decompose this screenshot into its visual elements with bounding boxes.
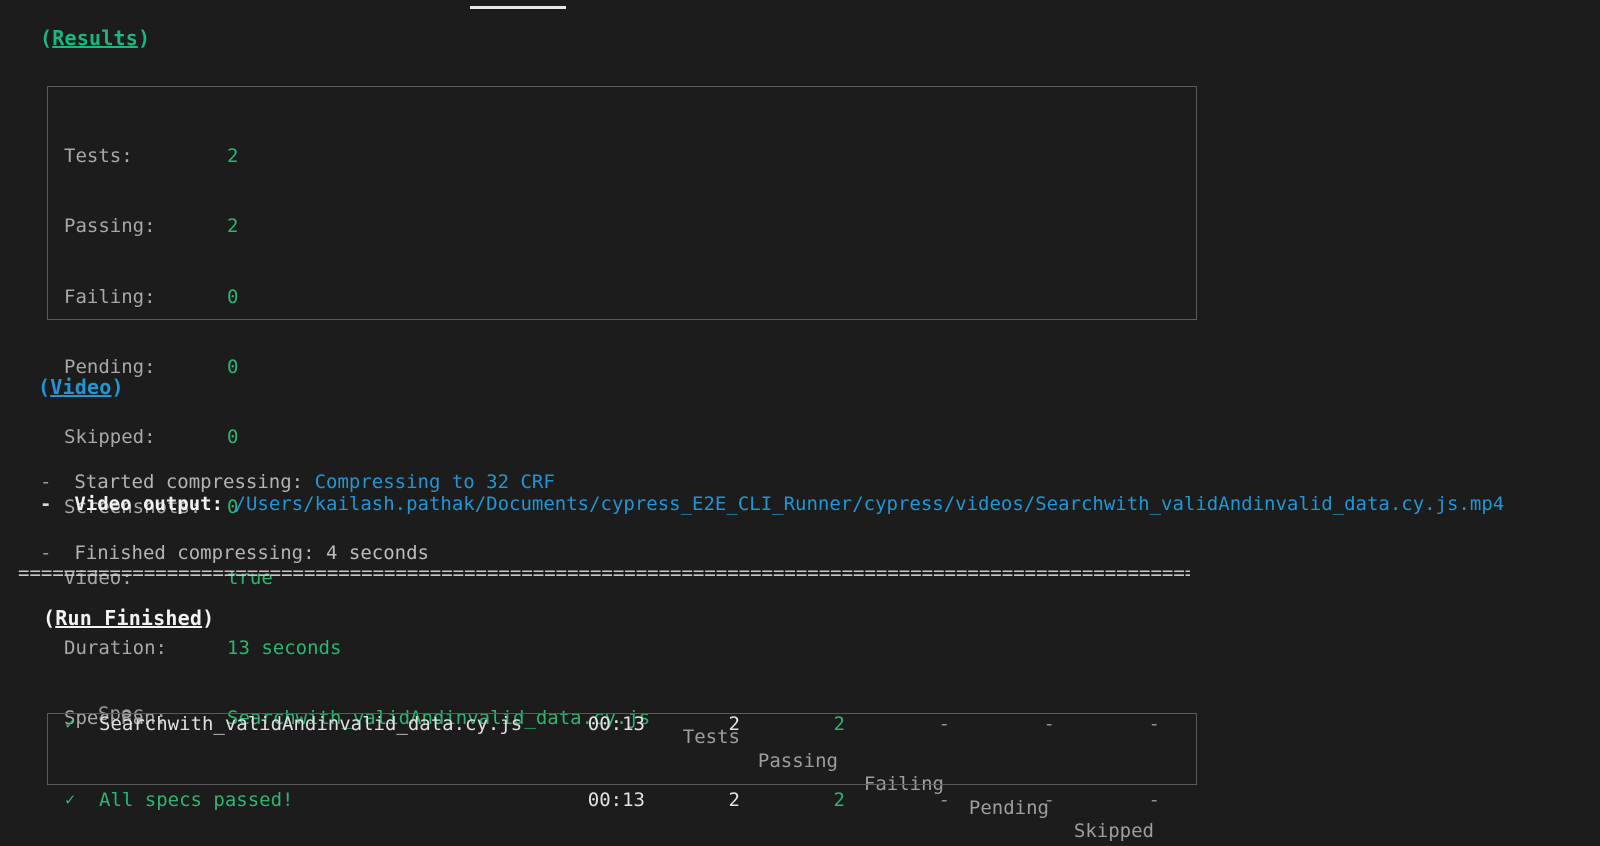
table-row[interactable]: ✓ Searchwith_validAndinvalid_data.cy.js … [0,713,1200,785]
summary-table-header: Spec Tests Passing Failing Pending Skipp… [0,679,1200,843]
run-finished-title-label: Run Finished [55,606,203,630]
results-value-passing: 2 [227,215,239,238]
cell-tests: 2 [728,713,740,735]
results-label-failing: Failing: [64,285,156,308]
video-section-title: (Video) [38,375,124,400]
results-label-passing: Passing: [64,215,156,238]
video-output-gap [51,493,74,515]
summary-cell-failing: - [938,789,950,811]
summary-cell-duration: 00:13 [587,789,645,811]
video-output-label: Video output: [74,493,235,515]
video-title-open-paren: ( [38,375,51,399]
results-row-passing: Passing: 2 [64,215,650,238]
video-line-label-started [51,471,74,493]
results-row-pending: Pending: 0 [64,356,650,379]
cell-failing: - [938,713,950,735]
video-line-value-finished: 4 seconds [326,541,429,564]
results-value-failing: 0 [227,285,239,308]
results-title-label: Results [52,26,138,50]
cell-pending: - [1043,713,1055,735]
summary-cell-pending: - [1043,789,1055,811]
results-label-duration: Duration: [64,637,167,660]
video-output-path: /Users/kailash.pathak/Documents/cypress_… [234,493,1505,515]
video-line-value-started: Compressing to 32 CRF [314,471,555,493]
run-finished-title-close-paren: ) [202,606,215,630]
results-title-close-paren: ) [137,26,151,50]
results-value-tests: 2 [227,145,239,167]
video-title-label: Video [50,375,112,399]
video-line-text-started: Started compressing: [74,471,315,493]
clipped-underline-above [470,6,566,9]
check-icon: ✓ [65,714,76,734]
video-line-text-finished: Finished compressing: [74,541,327,564]
spec-file-name[interactable]: Searchwith_validAndinvalid_data.cy.js [99,713,522,737]
table-summary-row: ✓ All specs passed! 00:13 2 2 - - - [0,789,1200,829]
check-icon-summary: ✓ [65,790,76,810]
video-output-line: - Video output: /Users/kailash.pathak/Do… [40,493,1504,517]
run-finished-title-open-paren: ( [43,606,56,630]
results-row-failing: Failing: 0 [64,286,650,309]
video-output-dash: - [40,493,52,515]
all-specs-passed-label: All specs passed! [99,789,294,811]
video-log-line-started: - Started compressing: Compressing to 32… [40,471,555,495]
cell-duration: 00:13 [587,713,645,735]
summary-cell-skipped: - [1148,789,1160,811]
video-line-dash-finished: - [40,541,52,564]
summary-cell-tests: 2 [728,789,740,811]
results-value-duration: 13 seconds [227,637,342,660]
results-value-pending: 0 [227,355,239,378]
video-title-close-paren: ) [111,375,124,399]
cell-passing: 2 [833,713,845,735]
section-separator: ========================================… [18,562,1190,584]
results-row-duration: Duration: 13 seconds [64,637,650,660]
results-row-tests: Tests: 2 [64,145,650,168]
results-label-tests: Tests: [64,145,133,167]
results-section-title: (Results) [40,26,151,51]
run-finished-section-title: (Run Finished) [43,606,215,631]
cell-skipped: - [1148,713,1160,735]
video-line-gap-finished [51,542,74,564]
results-title-open-paren: ( [40,26,53,50]
summary-cell-passing: 2 [833,789,845,811]
video-line-dash: - [40,471,52,493]
